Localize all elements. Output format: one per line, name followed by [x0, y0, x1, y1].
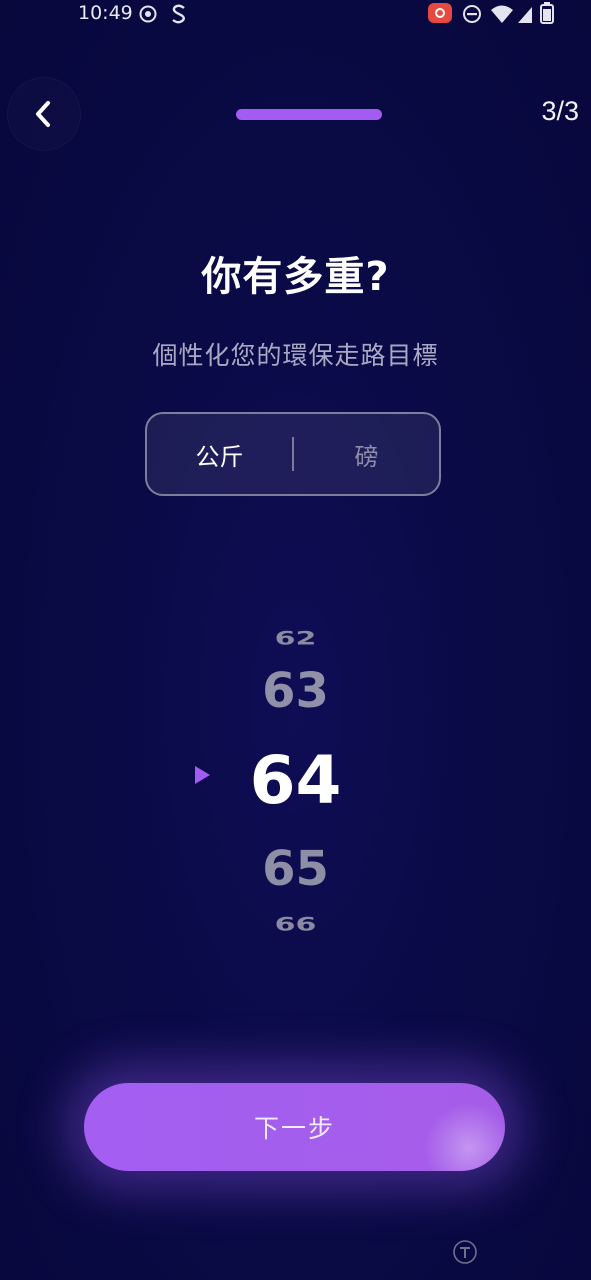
progress-bar	[236, 109, 382, 120]
status-bar: 10:49	[0, 0, 591, 30]
weight-picker[interactable]: 62 63 64 65 66	[0, 610, 591, 960]
next-button[interactable]: 下一步	[84, 1083, 505, 1171]
watermark-logo-icon	[453, 1240, 477, 1264]
page-subtitle: 個性化您的環保走路目標	[152, 341, 439, 370]
record-icon	[428, 3, 452, 23]
picker-value[interactable]: 65	[0, 845, 591, 893]
step-counter: 3/3	[541, 96, 579, 126]
settings-circle-icon	[139, 5, 157, 23]
s-app-icon	[172, 4, 185, 24]
page-title: 你有多重?	[201, 254, 390, 300]
picker-selected-value[interactable]: 64	[0, 748, 591, 814]
unit-toggle: 公斤 磅	[145, 412, 441, 496]
unit-option-kg[interactable]: 公斤	[147, 437, 292, 472]
battery-icon	[540, 2, 554, 24]
back-button[interactable]	[8, 78, 80, 150]
unit-option-lb[interactable]: 磅	[294, 437, 439, 472]
picker-value[interactable]: 66	[0, 915, 591, 935]
picker-value[interactable]: 62	[0, 629, 591, 649]
wifi-icon	[491, 5, 513, 23]
signal-icon	[518, 7, 532, 23]
dnd-icon	[463, 5, 481, 23]
picker-value[interactable]: 63	[0, 667, 591, 715]
chevron-left-icon	[36, 101, 50, 127]
next-button-label: 下一步	[253, 1114, 335, 1143]
status-time: 10:49	[78, 2, 133, 24]
